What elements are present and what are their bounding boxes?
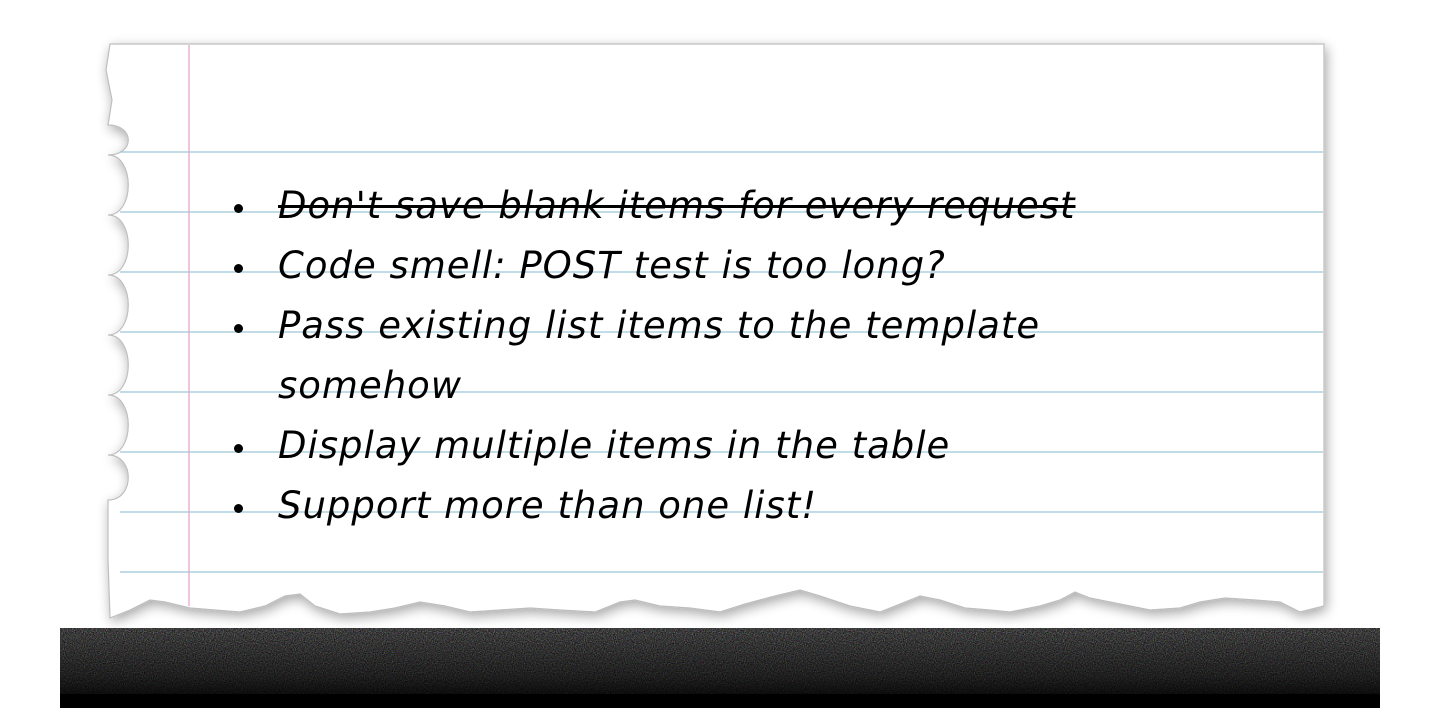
list-item: Display multiple items in the table [230, 416, 1130, 476]
list-item-text: Don't save blank items for every request [278, 184, 1076, 227]
todo-list: Don't save blank items for every request… [230, 176, 1130, 536]
list-item: Support more than one list! [230, 476, 1130, 536]
list-item: Don't save blank items for every request [230, 176, 1130, 236]
notepad-image: Don't save blank items for every request… [0, 0, 1430, 720]
list-item-text: Support more than one list! [278, 484, 818, 527]
list-item-text: Code smell: POST test is too long? [278, 244, 946, 287]
list-item: Pass existing list items to the template… [230, 296, 1078, 416]
list-item-text: Pass existing list items to the template… [278, 304, 1041, 407]
list-item-text: Display multiple items in the table [278, 424, 951, 467]
list-item: Code smell: POST test is too long? [230, 236, 1130, 296]
